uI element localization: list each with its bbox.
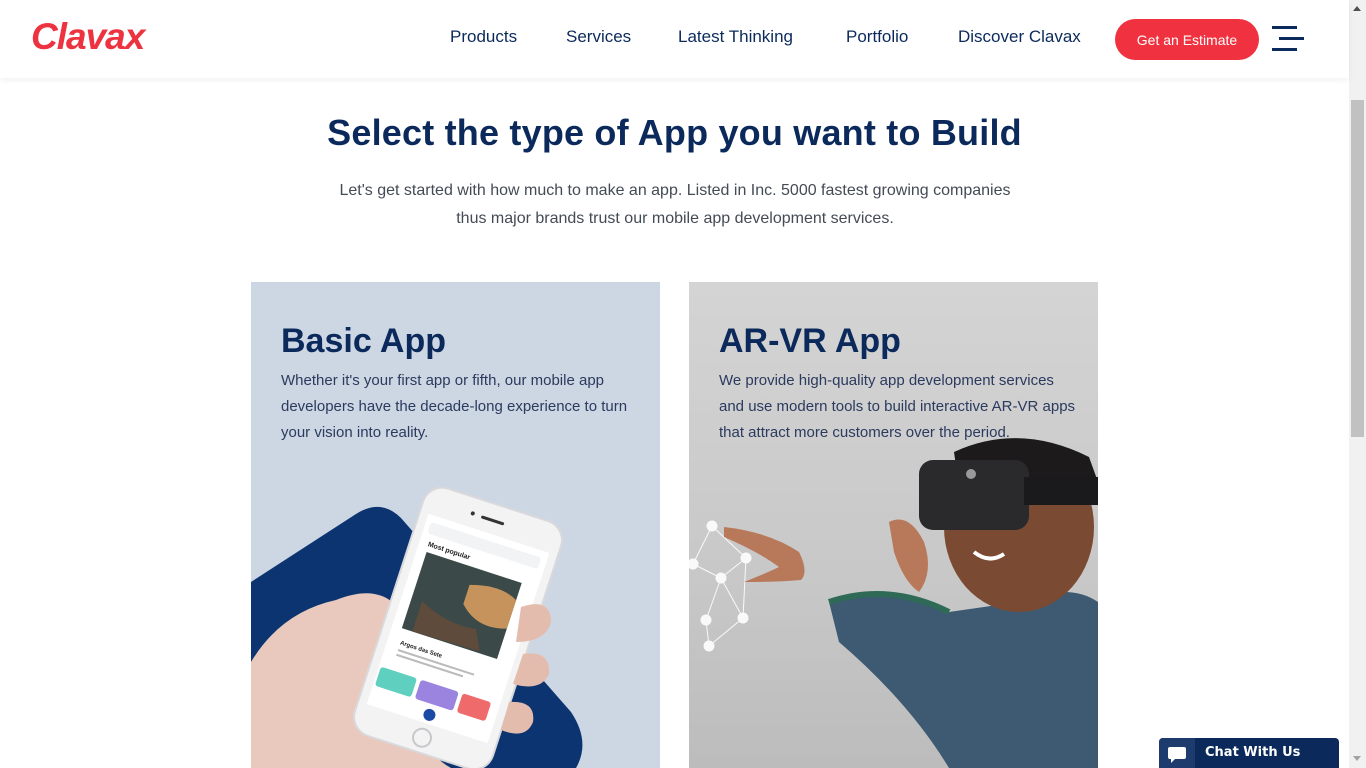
arvr-app-card[interactable]: AR-VR App We provide high-quality app de… <box>689 282 1098 768</box>
chat-bubble-icon <box>1159 738 1195 768</box>
scroll-down-arrow-icon[interactable] <box>1353 756 1361 761</box>
nav-portfolio[interactable]: Portfolio <box>846 27 908 47</box>
hamburger-menu-icon[interactable] <box>1272 26 1306 52</box>
scroll-up-arrow-icon[interactable] <box>1353 6 1361 11</box>
hand-holding-phone-image: Most popular Argos das Sete <box>251 486 583 768</box>
nav-products[interactable]: Products <box>450 27 517 47</box>
clavax-logo[interactable]: Clavax <box>31 16 145 58</box>
page-scrollbar[interactable] <box>1349 0 1366 768</box>
chat-with-us-button[interactable]: Chat With Us <box>1159 738 1339 768</box>
site-header: Clavax Products Services Latest Thinking… <box>0 0 1349 78</box>
section-subtitle: Let's get started with how much to make … <box>290 177 1060 233</box>
vr-headset-man-image <box>689 438 1098 768</box>
subtitle-line-1: Let's get started with how much to make … <box>339 182 1011 199</box>
nav-latest-thinking[interactable]: Latest Thinking <box>678 27 793 47</box>
nav-services[interactable]: Services <box>566 27 631 47</box>
get-estimate-button[interactable]: Get an Estimate <box>1115 19 1259 60</box>
scrollbar-thumb[interactable] <box>1351 100 1364 437</box>
chat-label: Chat With Us <box>1205 745 1301 760</box>
basic-app-card[interactable]: Basic App Whether it's your first app or… <box>251 282 660 768</box>
nav-discover-clavax[interactable]: Discover Clavax <box>958 27 1081 47</box>
section-title: Select the type of App you want to Build <box>327 112 1022 153</box>
subtitle-line-2: thus major brands trust our mobile app d… <box>456 210 894 227</box>
